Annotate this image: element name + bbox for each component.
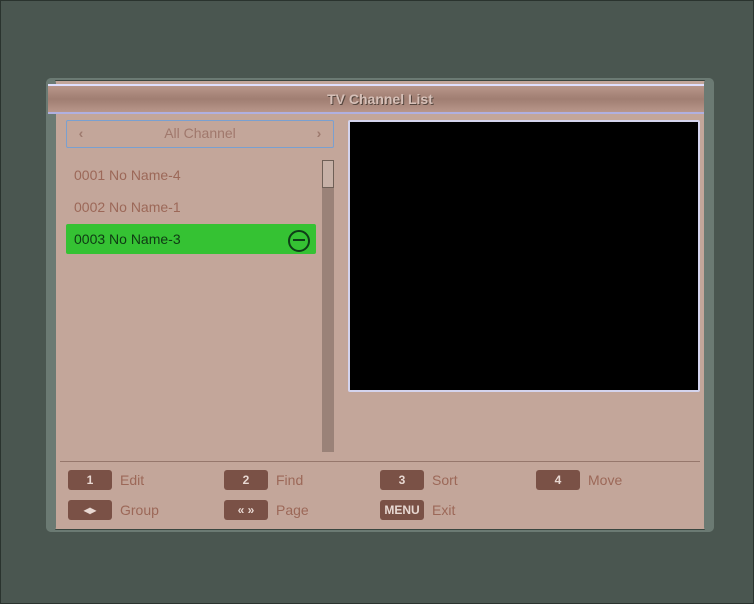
preview-window — [348, 120, 700, 392]
hint-edit: 1Edit — [68, 470, 198, 490]
channel-row[interactable]: 0003 No Name-3 — [66, 224, 316, 254]
key-2: 2 — [224, 470, 268, 490]
hint-group: ◂▸Group — [68, 500, 198, 520]
lock-icon — [288, 230, 310, 252]
filter-label: All Channel — [164, 125, 236, 141]
hint-move: 4Move — [536, 470, 666, 490]
hint-sort: 3Sort — [380, 470, 510, 490]
scrollbar-thumb[interactable] — [322, 160, 334, 188]
key-lr: ◂▸ — [68, 500, 112, 520]
channel-row[interactable]: 0002 No Name-1 — [66, 192, 316, 222]
channel-list: 0001 No Name-40002 No Name-10003 No Name… — [66, 160, 316, 452]
key-page: « » — [224, 500, 268, 520]
footer-hints: 1Edit 2Find 3Sort 4Move ◂▸Group « »Page … — [60, 461, 700, 520]
hint-page: « »Page — [224, 500, 354, 520]
filter-prev-icon[interactable]: ‹ — [67, 121, 95, 145]
key-menu: MENU — [380, 500, 424, 520]
channel-filter: ‹ All Channel › — [66, 120, 334, 148]
filter-next-icon[interactable]: › — [305, 121, 333, 145]
hint-exit: MENUExit — [380, 500, 510, 520]
hint-find: 2Find — [224, 470, 354, 490]
key-4: 4 — [536, 470, 580, 490]
scrollbar[interactable] — [322, 160, 334, 452]
key-1: 1 — [68, 470, 112, 490]
page-title: TV Channel List — [48, 84, 712, 114]
channel-list-panel: TV Channel List ‹ All Channel › 0001 No … — [46, 78, 714, 532]
key-3: 3 — [380, 470, 424, 490]
channel-row[interactable]: 0001 No Name-4 — [66, 160, 316, 190]
